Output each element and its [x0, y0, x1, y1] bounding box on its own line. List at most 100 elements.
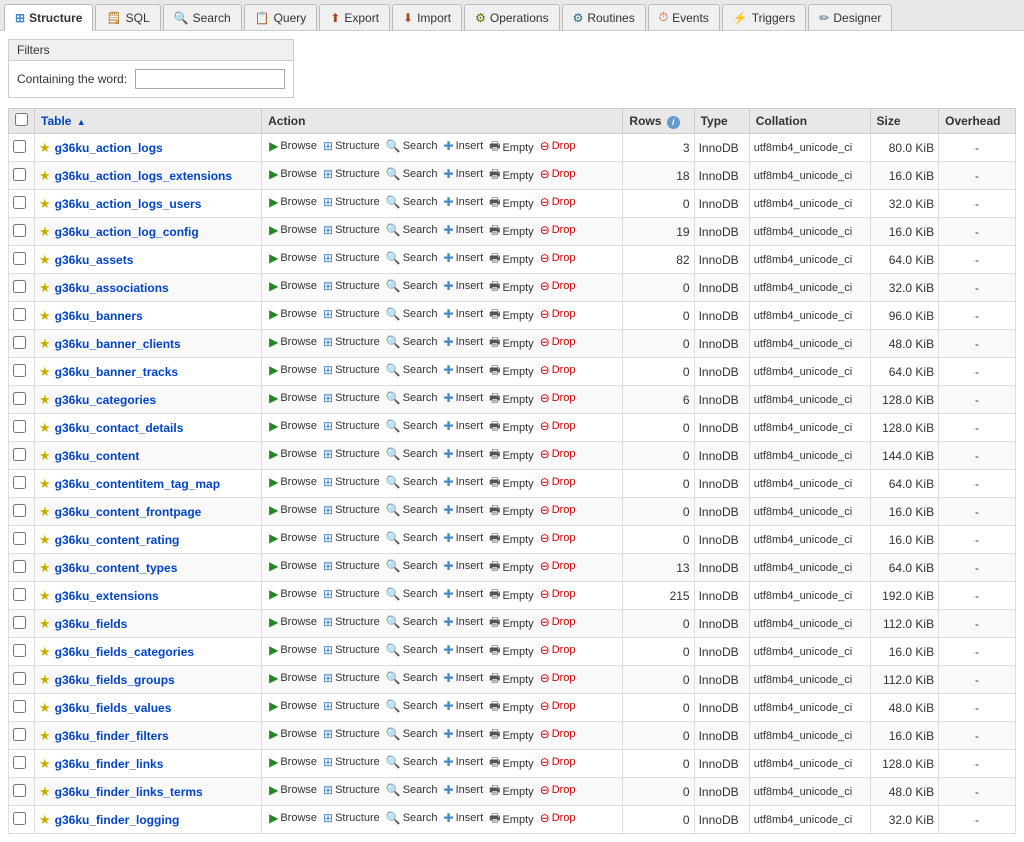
- row-checkbox[interactable]: [13, 308, 26, 321]
- tab-operations[interactable]: ⚙Operations: [464, 4, 559, 30]
- table-name-link[interactable]: g36ku_contentitem_tag_map: [55, 477, 220, 491]
- action-insert-btn[interactable]: ✚Insert: [441, 530, 487, 546]
- tab-import[interactable]: ⬇Import: [392, 4, 462, 30]
- favorite-star-icon[interactable]: ★: [39, 168, 51, 183]
- action-structure-btn[interactable]: ⊞Structure: [320, 614, 383, 630]
- action-insert-btn[interactable]: ✚Insert: [441, 502, 487, 518]
- tab-sql[interactable]: 🗒SQL: [95, 4, 160, 30]
- action-empty-btn[interactable]: 🖶Empty: [486, 388, 537, 411]
- action-structure-btn[interactable]: ⊞Structure: [320, 278, 383, 294]
- action-browse-btn[interactable]: ▶Browse: [266, 138, 320, 154]
- row-checkbox[interactable]: [13, 756, 26, 769]
- table-name-link[interactable]: g36ku_fields: [55, 617, 128, 631]
- action-search-btn[interactable]: 🔍Search: [383, 278, 441, 294]
- row-checkbox[interactable]: [13, 336, 26, 349]
- action-empty-btn[interactable]: 🖶Empty: [486, 472, 537, 495]
- action-insert-btn[interactable]: ✚Insert: [441, 754, 487, 770]
- action-empty-btn[interactable]: 🖶Empty: [486, 332, 537, 355]
- action-empty-btn[interactable]: 🖶Empty: [486, 192, 537, 215]
- action-drop-btn[interactable]: ⊖Drop: [537, 138, 579, 154]
- row-checkbox[interactable]: [13, 532, 26, 545]
- favorite-star-icon[interactable]: ★: [39, 812, 51, 827]
- table-name-link[interactable]: g36ku_categories: [55, 393, 156, 407]
- action-structure-btn[interactable]: ⊞Structure: [320, 446, 383, 462]
- action-insert-btn[interactable]: ✚Insert: [441, 726, 487, 742]
- action-insert-btn[interactable]: ✚Insert: [441, 782, 487, 798]
- row-checkbox[interactable]: [13, 392, 26, 405]
- row-checkbox[interactable]: [13, 784, 26, 797]
- row-checkbox[interactable]: [13, 504, 26, 517]
- action-insert-btn[interactable]: ✚Insert: [441, 390, 487, 406]
- action-browse-btn[interactable]: ▶Browse: [266, 418, 320, 434]
- action-empty-btn[interactable]: 🖶Empty: [486, 640, 537, 663]
- table-name-link[interactable]: g36ku_action_log_config: [55, 225, 199, 239]
- table-name-header[interactable]: Table ▲: [35, 109, 262, 134]
- favorite-star-icon[interactable]: ★: [39, 392, 51, 407]
- action-search-btn[interactable]: 🔍Search: [383, 754, 441, 770]
- table-name-link[interactable]: g36ku_banner_clients: [55, 337, 181, 351]
- action-empty-btn[interactable]: 🖶Empty: [486, 612, 537, 635]
- table-name-link[interactable]: g36ku_fields_categories: [55, 645, 194, 659]
- action-insert-btn[interactable]: ✚Insert: [441, 558, 487, 574]
- action-structure-btn[interactable]: ⊞Structure: [320, 250, 383, 266]
- action-search-btn[interactable]: 🔍Search: [383, 726, 441, 742]
- favorite-star-icon[interactable]: ★: [39, 560, 51, 575]
- table-name-link[interactable]: g36ku_fields_groups: [55, 673, 175, 687]
- action-drop-btn[interactable]: ⊖Drop: [537, 306, 579, 322]
- action-structure-btn[interactable]: ⊞Structure: [320, 642, 383, 658]
- row-checkbox[interactable]: [13, 728, 26, 741]
- favorite-star-icon[interactable]: ★: [39, 504, 51, 519]
- action-browse-btn[interactable]: ▶Browse: [266, 726, 320, 742]
- table-name-link[interactable]: g36ku_finder_logging: [55, 813, 180, 827]
- table-name-link[interactable]: g36ku_content_rating: [55, 533, 180, 547]
- table-name-link[interactable]: g36ku_fields_values: [55, 701, 172, 715]
- action-insert-btn[interactable]: ✚Insert: [441, 250, 487, 266]
- table-name-link[interactable]: g36ku_finder_links_terms: [55, 785, 203, 799]
- action-search-btn[interactable]: 🔍Search: [383, 530, 441, 546]
- favorite-star-icon[interactable]: ★: [39, 336, 51, 351]
- action-structure-btn[interactable]: ⊞Structure: [320, 418, 383, 434]
- favorite-star-icon[interactable]: ★: [39, 364, 51, 379]
- table-name-link[interactable]: g36ku_action_logs_extensions: [55, 169, 232, 183]
- action-structure-btn[interactable]: ⊞Structure: [320, 194, 383, 210]
- favorite-star-icon[interactable]: ★: [39, 448, 51, 463]
- action-structure-btn[interactable]: ⊞Structure: [320, 222, 383, 238]
- action-structure-btn[interactable]: ⊞Structure: [320, 586, 383, 602]
- action-drop-btn[interactable]: ⊖Drop: [537, 502, 579, 518]
- action-search-btn[interactable]: 🔍Search: [383, 250, 441, 266]
- table-name-link[interactable]: g36ku_action_logs_users: [55, 197, 202, 211]
- action-structure-btn[interactable]: ⊞Structure: [320, 474, 383, 490]
- action-structure-btn[interactable]: ⊞Structure: [320, 698, 383, 714]
- action-insert-btn[interactable]: ✚Insert: [441, 586, 487, 602]
- row-checkbox[interactable]: [13, 672, 26, 685]
- action-structure-btn[interactable]: ⊞Structure: [320, 138, 383, 154]
- row-checkbox[interactable]: [13, 476, 26, 489]
- action-drop-btn[interactable]: ⊖Drop: [537, 642, 579, 658]
- tab-structure[interactable]: ⊞Structure: [4, 4, 93, 31]
- favorite-star-icon[interactable]: ★: [39, 784, 51, 799]
- action-drop-btn[interactable]: ⊖Drop: [537, 194, 579, 210]
- select-all-checkbox[interactable]: [15, 113, 28, 126]
- action-structure-btn[interactable]: ⊞Structure: [320, 754, 383, 770]
- action-search-btn[interactable]: 🔍Search: [383, 194, 441, 210]
- favorite-star-icon[interactable]: ★: [39, 532, 51, 547]
- action-empty-btn[interactable]: 🖶Empty: [486, 416, 537, 439]
- action-browse-btn[interactable]: ▶Browse: [266, 782, 320, 798]
- row-checkbox[interactable]: [13, 140, 26, 153]
- row-checkbox[interactable]: [13, 364, 26, 377]
- action-drop-btn[interactable]: ⊖Drop: [537, 390, 579, 406]
- action-insert-btn[interactable]: ✚Insert: [441, 222, 487, 238]
- action-drop-btn[interactable]: ⊖Drop: [537, 614, 579, 630]
- action-empty-btn[interactable]: 🖶Empty: [486, 668, 537, 691]
- action-search-btn[interactable]: 🔍Search: [383, 642, 441, 658]
- action-browse-btn[interactable]: ▶Browse: [266, 194, 320, 210]
- action-drop-btn[interactable]: ⊖Drop: [537, 670, 579, 686]
- favorite-star-icon[interactable]: ★: [39, 140, 51, 155]
- action-structure-btn[interactable]: ⊞Structure: [320, 782, 383, 798]
- action-drop-btn[interactable]: ⊖Drop: [537, 446, 579, 462]
- action-browse-btn[interactable]: ▶Browse: [266, 306, 320, 322]
- action-structure-btn[interactable]: ⊞Structure: [320, 390, 383, 406]
- action-drop-btn[interactable]: ⊖Drop: [537, 698, 579, 714]
- action-empty-btn[interactable]: 🖶Empty: [486, 164, 537, 187]
- row-checkbox[interactable]: [13, 420, 26, 433]
